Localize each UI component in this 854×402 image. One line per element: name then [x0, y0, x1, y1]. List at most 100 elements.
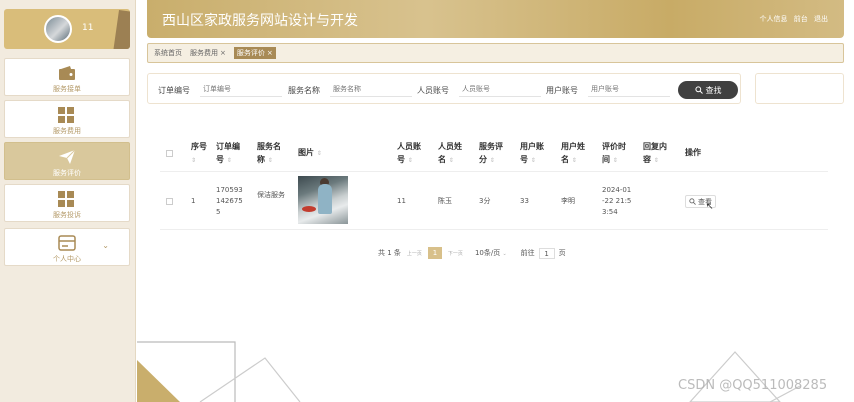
th-actions: 操作: [685, 146, 715, 159]
th-eval-time[interactable]: 评价时间 ⇕: [602, 140, 632, 167]
action-panel: [755, 73, 844, 104]
th-user-account[interactable]: 用户账号 ⇕: [520, 140, 550, 167]
header-links: 个人信息 前台 退出: [756, 14, 828, 24]
service-name-input[interactable]: [330, 82, 412, 97]
reviews-table: 序号 ⇕ 订单编号 ⇕ 服务名称 ⇕ 图片 ⇕ 人员账号 ⇕ 人员姓名 ⇕ 服务…: [160, 134, 828, 230]
search-button-label: 查找: [705, 85, 722, 95]
table-row: 1 1705931426755 保洁服务 11 陈玉 3分 33 李明 2024…: [160, 172, 828, 230]
app-title: 西山区家政服务网站设计与开发: [162, 13, 358, 29]
sort-icon[interactable]: ⇕: [531, 157, 536, 164]
table-header: 序号 ⇕ 订单编号 ⇕ 服务名称 ⇕ 图片 ⇕ 人员账号 ⇕ 人员姓名 ⇕ 服务…: [160, 134, 828, 172]
user-card[interactable]: 11: [4, 9, 130, 49]
sidebar-item-label: 服务评价: [53, 169, 81, 177]
cell-order-no: 1705931426755: [216, 186, 243, 216]
service-photo: [298, 176, 348, 224]
user-account-label: 用户账号: [546, 86, 578, 95]
goto-label: 前往: [520, 249, 535, 257]
sort-icon[interactable]: ⇕: [449, 157, 454, 164]
crumb-label: 系统首页: [154, 49, 182, 57]
cell-staff-name: 陈玉: [438, 197, 452, 205]
sidebar-item-label: 服务投诉: [53, 211, 81, 219]
sort-icon[interactable]: ⇕: [654, 157, 659, 164]
grid-icon: [58, 191, 76, 207]
sidebar-item-label: 服务费用: [53, 127, 81, 135]
paper-plane-icon: [59, 149, 76, 164]
header-link-profile[interactable]: 个人信息: [760, 15, 788, 23]
select-all-checkbox[interactable]: [166, 150, 173, 157]
page-unit-label: 页: [558, 249, 566, 257]
search-button[interactable]: 查找: [678, 81, 738, 99]
search-icon: [689, 198, 696, 205]
grid-icon: [58, 107, 76, 123]
chevron-down-icon[interactable]: ⌄: [102, 241, 109, 250]
th-staff-account[interactable]: 人员账号 ⇕: [397, 140, 427, 167]
user-account-input[interactable]: [588, 82, 670, 97]
th-index[interactable]: 序号 ⇕: [191, 140, 207, 167]
user-card-tab: [113, 9, 130, 49]
sidebar-item-reviews[interactable]: 服务评价: [4, 142, 130, 180]
sort-icon[interactable]: ⇕: [227, 157, 232, 164]
sidebar-item-complaints[interactable]: 服务投诉: [4, 184, 130, 222]
breadcrumb: 系统首页 服务费用 × 服务评价 ×: [147, 43, 844, 63]
top-header: 西山区家政服务网站设计与开发 个人信息 前台 退出: [147, 0, 844, 38]
sidebar-item-label: 个人中心: [53, 255, 81, 263]
th-label: 图片: [298, 148, 314, 157]
sidebar-item-orders[interactable]: 服务接单: [4, 58, 130, 96]
header-link-frontend[interactable]: 前台: [794, 15, 808, 23]
search-form: 订单编号 服务名称 人员账号 用户账号 查找: [147, 73, 741, 104]
th-staff-name[interactable]: 人员姓名 ⇕: [438, 140, 468, 167]
sidebar: 11 服务接单 服务费用 服务评价 服务投诉 个人中心 ⌄: [0, 0, 136, 402]
pagination: 共 1 条 上一页 1 下一页 10条/页 ⌄ 前往 1 页: [378, 247, 566, 259]
sort-icon[interactable]: ⇕: [572, 157, 577, 164]
cell-user-account: 33: [520, 197, 529, 205]
staff-account-label: 人员账号: [417, 86, 449, 95]
next-page-button[interactable]: 下一页: [448, 250, 463, 257]
cell-service-name: 保洁服务: [257, 191, 285, 199]
th-service-name[interactable]: 服务名称 ⇕: [257, 140, 287, 167]
sidebar-item-profile[interactable]: 个人中心 ⌄: [4, 228, 130, 266]
avatar[interactable]: [44, 15, 72, 43]
th-order-no[interactable]: 订单编号 ⇕: [216, 140, 246, 167]
crumb-reviews[interactable]: 服务评价 ×: [233, 47, 276, 59]
order-no-input[interactable]: [200, 82, 282, 97]
sidebar-item-fees[interactable]: 服务费用: [4, 100, 130, 138]
crumb-label: 服务费用: [190, 49, 218, 57]
page-size-select[interactable]: 10条/页 ⌄: [475, 248, 507, 258]
page-number[interactable]: 1: [427, 247, 442, 259]
cell-user-name: 李明: [561, 197, 575, 205]
th-photo[interactable]: 图片 ⇕: [298, 146, 338, 160]
sort-icon[interactable]: ⇕: [613, 157, 618, 164]
cell-index: 1: [191, 197, 196, 205]
mouse-cursor-icon: ↖: [706, 202, 714, 212]
order-no-label: 订单编号: [158, 86, 190, 95]
cell-staff-account: 11: [397, 197, 406, 205]
th-user-name[interactable]: 用户姓名 ⇕: [561, 140, 591, 167]
username: 11: [82, 23, 94, 33]
header-link-logout[interactable]: 退出: [814, 15, 828, 23]
crumb-label: 服务评价: [236, 49, 265, 57]
watermark: CSDN @QQ511008285: [678, 378, 828, 393]
staff-account-input[interactable]: [459, 82, 541, 97]
crumb-home[interactable]: 系统首页: [154, 48, 182, 58]
wallet-icon: [59, 66, 75, 80]
th-score[interactable]: 服务评分 ⇕: [479, 140, 509, 167]
close-icon[interactable]: ×: [267, 49, 273, 57]
card-icon: [58, 235, 76, 251]
sort-icon[interactable]: ⇕: [490, 157, 495, 164]
cell-eval-time: 2024-01-22 21:53:54: [602, 186, 632, 216]
sort-icon[interactable]: ⇕: [317, 150, 322, 157]
row-checkbox[interactable]: [166, 198, 173, 205]
th-reply[interactable]: 回复内容 ⇕: [643, 140, 673, 167]
page-size-label: 10条/页: [474, 249, 501, 257]
goto-input[interactable]: 1: [538, 247, 555, 259]
sort-icon[interactable]: ⇕: [408, 157, 413, 164]
sort-icon[interactable]: ⇕: [191, 157, 196, 164]
cell-score: 3分: [479, 197, 491, 205]
close-icon[interactable]: ×: [220, 49, 226, 57]
sort-icon[interactable]: ⇕: [268, 157, 273, 164]
prev-page-button[interactable]: 上一页: [407, 250, 422, 257]
chevron-down-icon: ⌄: [502, 251, 507, 257]
crumb-fees[interactable]: 服务费用 ×: [190, 48, 226, 58]
th-label: 序号: [191, 142, 207, 151]
th-label: 操作: [685, 148, 701, 157]
